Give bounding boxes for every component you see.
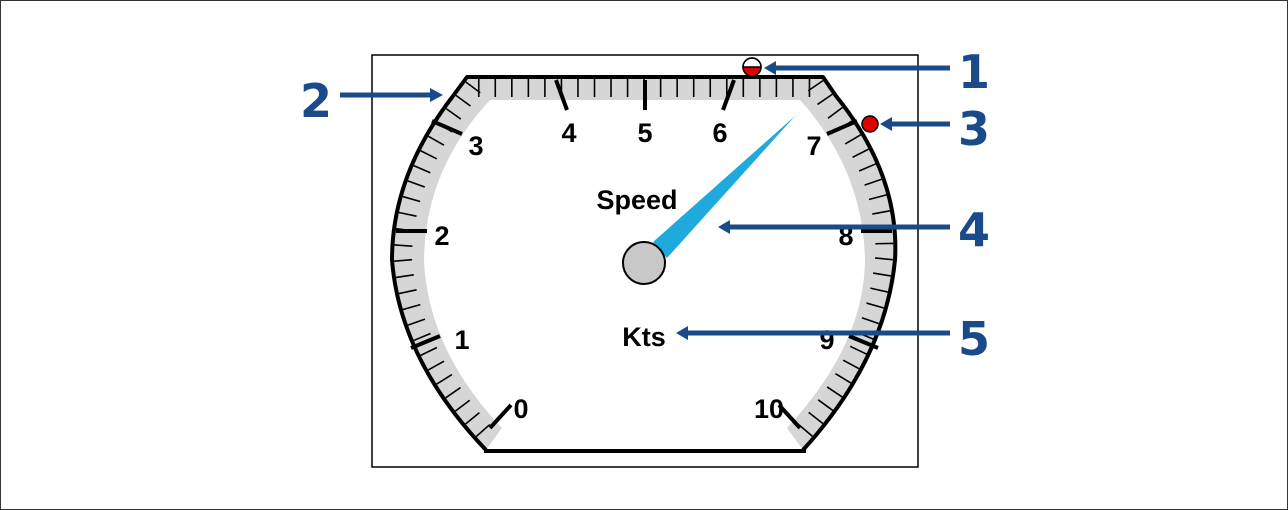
tick-label: 1 [454,325,469,355]
tick-label: 0 [513,394,528,424]
tick-label: 2 [434,221,449,251]
tick-label: 9 [819,325,834,355]
needle-hub [622,241,666,285]
units-label: Kts [622,322,666,352]
tick-label: 6 [712,118,727,148]
alarm-indicator-dot [861,115,879,133]
callout-number-5: 5 [958,312,990,366]
tick-label: 10 [754,394,784,424]
half-filled-indicator-icon [742,57,762,77]
gauge-title: Speed [596,185,677,215]
tick-label: 3 [468,131,483,161]
callout-number-3: 3 [958,102,990,156]
callout-number-2: 2 [300,74,332,128]
callout-number-1: 1 [958,45,990,99]
tick-label: 7 [806,131,821,161]
tick-label: 4 [561,118,576,148]
speed-gauge-diagram: 0123 4 5 6 78910 Speed Kts 1 2 3 4 5 [300,45,990,468]
callout-number-4: 4 [958,203,990,257]
tick-label: 5 [637,118,652,148]
